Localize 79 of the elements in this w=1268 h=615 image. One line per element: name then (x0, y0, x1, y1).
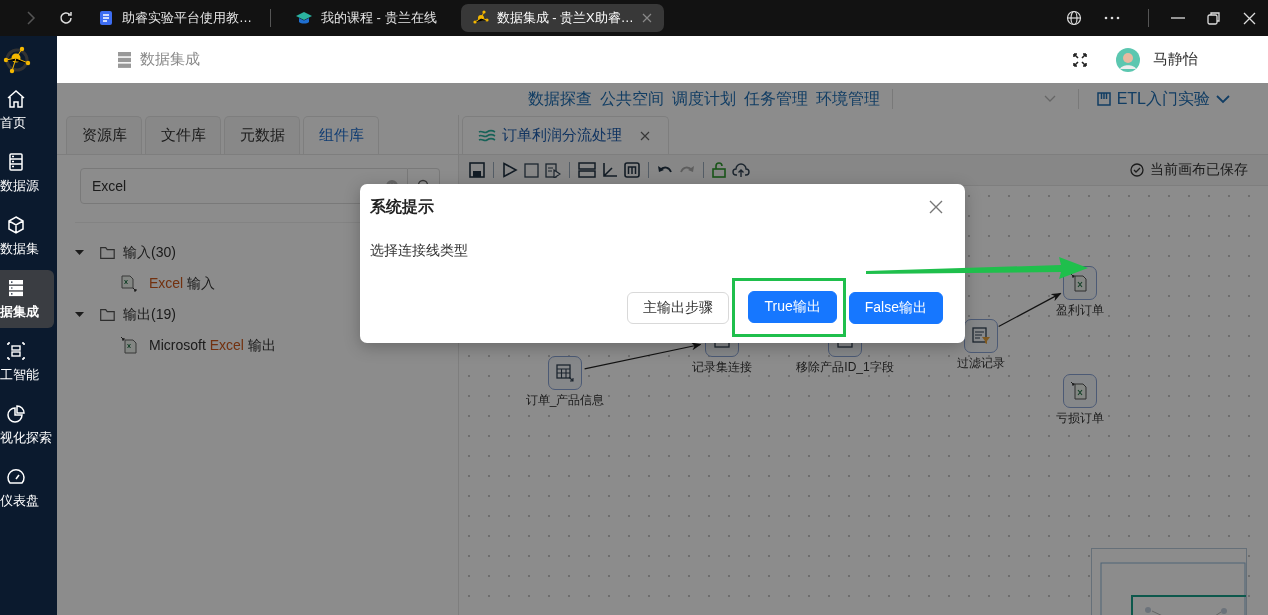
sidebar-item[interactable]: 首页 (0, 81, 54, 139)
more-icon[interactable] (1104, 16, 1120, 20)
panel-tab[interactable]: 组件库 (303, 116, 379, 154)
sidebar-item[interactable]: 视化探索 (0, 396, 54, 454)
dialog-message: 选择连接线类型 (370, 242, 469, 260)
pie-chart-icon (6, 403, 26, 424)
panel-tab[interactable]: 资源库 (66, 116, 142, 154)
caret-icon (1216, 94, 1230, 104)
board-icon (1096, 92, 1111, 106)
m-box-icon[interactable] (624, 162, 640, 178)
server-icon (6, 277, 26, 298)
forward-icon[interactable] (24, 11, 38, 25)
layout-icon[interactable] (578, 162, 596, 178)
node-label: 盈利订单 (1056, 302, 1104, 319)
check-circle-icon (1130, 163, 1144, 177)
filter-node-icon[interactable] (964, 319, 998, 353)
nav-link[interactable]: 公共空间 (599, 88, 664, 110)
sidebar-item[interactable]: 数据集 (0, 207, 54, 265)
dialog-button[interactable]: 主输出步骤 (627, 291, 730, 324)
axis-icon[interactable] (602, 162, 618, 178)
server-icon (118, 51, 131, 68)
spreadsheet-file-icon (121, 337, 137, 354)
stop-icon[interactable] (524, 162, 539, 178)
user-name[interactable]: 马静怡 (1153, 50, 1198, 69)
globe-icon[interactable] (1066, 10, 1082, 26)
cube-icon (6, 214, 26, 235)
expand-caret-icon[interactable] (75, 248, 84, 257)
fullscreen-icon[interactable] (1073, 52, 1087, 67)
graduation-cap-icon (295, 10, 313, 26)
step-run-icon[interactable] (545, 162, 561, 178)
home-icon (6, 88, 26, 109)
reload-icon[interactable] (58, 10, 74, 26)
scan-icon (6, 340, 26, 361)
table-node-icon[interactable] (548, 356, 582, 390)
sidebar-item[interactable]: 据集成 (0, 270, 54, 328)
node-label: 亏损订单 (1056, 410, 1104, 427)
expand-caret-icon[interactable] (75, 310, 84, 319)
tree-item[interactable]: Microsoft Excel 输出 (149, 336, 276, 355)
sidebar-item[interactable]: 工智能 (0, 333, 54, 391)
spreadsheet-node-icon[interactable] (1063, 374, 1097, 408)
nav-link[interactable]: 环境管理 (815, 88, 880, 110)
cloud-upload-icon[interactable] (732, 162, 750, 178)
tree-item[interactable]: Excel 输入 (149, 274, 216, 293)
dialog-button[interactable]: True输出 (748, 291, 837, 323)
minimap[interactable] (1091, 548, 1247, 615)
editor-tab[interactable]: 订单利润分流处理 (462, 116, 669, 154)
node-label: 记录集连接 (692, 359, 752, 376)
unlock-icon[interactable] (712, 162, 726, 178)
list-icon (6, 151, 26, 172)
sidebar-item[interactable]: 数据源 (0, 144, 54, 202)
gauge-icon (6, 466, 26, 487)
folder-icon (100, 246, 115, 259)
browser-tab[interactable]: 我的课程 - 贵兰在线 (283, 4, 449, 32)
panel-tab[interactable]: 文件库 (145, 116, 221, 154)
folder-icon (100, 308, 115, 321)
nav-link[interactable]: 调度计划 (671, 88, 736, 110)
logo-icon (2, 45, 32, 75)
node-label: 订单_产品信息 (525, 392, 605, 409)
node-label: 过滤记录 (957, 355, 1005, 372)
waves-icon (478, 128, 496, 143)
browser-tab[interactable]: 数据集成 - 贵兰X助睿… (460, 4, 664, 32)
panel-tab[interactable]: 元数据 (224, 116, 300, 154)
project-selector[interactable]: ETL入门实验 (1096, 88, 1230, 110)
save-icon[interactable] (469, 162, 485, 178)
sidebar-item[interactable]: 仪表盘 (0, 459, 54, 517)
document-icon (98, 10, 114, 26)
page-title: 数据集成 (140, 50, 200, 69)
browser-tab[interactable]: 助睿实验平台使用教… (86, 4, 264, 32)
node-label: 移除产品ID_1字段 (796, 359, 894, 376)
play-icon[interactable] (502, 162, 518, 178)
save-status: 当前画布已保存 (1150, 161, 1248, 179)
spreadsheet-file-icon (121, 275, 137, 292)
tree-folder[interactable]: 输入(30) (123, 243, 176, 262)
logo-icon (472, 10, 489, 26)
tree-folder[interactable]: 输出(19) (123, 305, 176, 324)
nav-link[interactable]: 数据探查 (527, 88, 592, 110)
nav-link[interactable]: 任务管理 (743, 88, 808, 110)
restore-icon[interactable] (1207, 11, 1221, 25)
dialog-button[interactable]: False输出 (848, 291, 943, 324)
